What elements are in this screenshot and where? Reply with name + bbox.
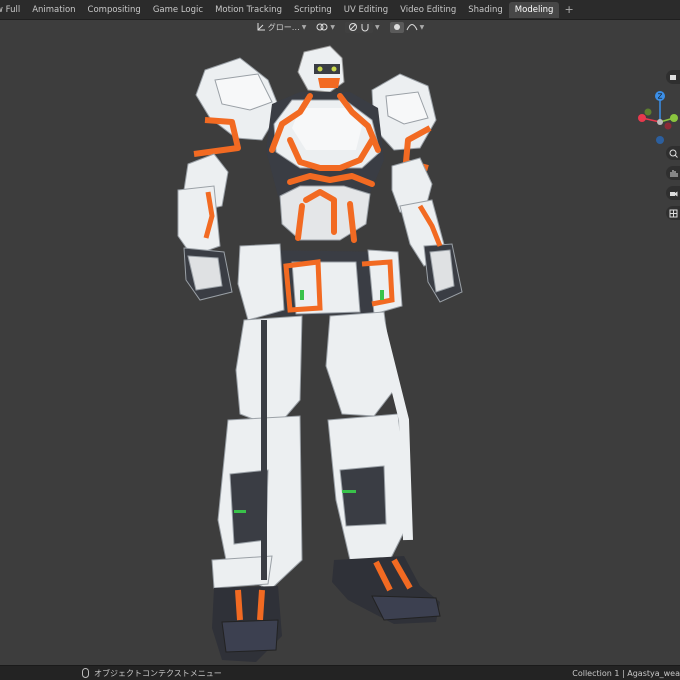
transform-orientation-label: グロー… [267, 22, 300, 32]
tab-motion-tracking[interactable]: Motion Tracking [209, 2, 288, 18]
gizmo-neg-z-axis [656, 136, 664, 144]
3d-viewport[interactable]: Z [0, 34, 680, 665]
viewport-header: グロー… ▼ ▼ ▼ ▼ [0, 20, 680, 34]
gizmo-neg-x-axis [664, 122, 672, 130]
toggle-camera-view-button[interactable] [666, 70, 680, 84]
gizmo-x-axis [638, 114, 646, 122]
left-leg-light [234, 510, 246, 513]
zoom-button[interactable] [666, 146, 680, 160]
add-workspace-button[interactable]: + [559, 2, 578, 18]
right-foot [332, 556, 441, 624]
tab-video-editing[interactable]: Video Editing [394, 2, 462, 18]
falloff-curve-icon [406, 24, 418, 31]
tab-playback-full[interactable]: w Full [0, 2, 26, 18]
chevron-down-icon: ▼ [419, 23, 425, 31]
transform-orientation-dropdown[interactable]: グロー… ▼ [256, 22, 307, 33]
magnet-icon [361, 24, 369, 32]
right-leg-light [342, 490, 356, 493]
chevron-down-icon: ▼ [330, 23, 335, 31]
tab-animation[interactable]: Animation [26, 2, 81, 18]
tab-scripting[interactable]: Scripting [288, 2, 338, 18]
tab-compositing[interactable]: Compositing [82, 2, 147, 18]
mouse-right-click-icon [82, 668, 89, 678]
right-shoulder-armor [371, 73, 437, 151]
left-arm [177, 153, 233, 301]
left-foot [212, 586, 282, 662]
tab-uv-editing[interactable]: UV Editing [338, 2, 394, 18]
left-shoulder-trim [193, 117, 241, 157]
left-shoulder-armor [195, 57, 281, 141]
navigation-buttons [666, 146, 680, 226]
right-arm [391, 157, 463, 303]
head [297, 45, 345, 93]
navigation-gizmo[interactable]: Z [630, 86, 680, 146]
proportional-edit-icon [393, 24, 400, 30]
gizmo-z-label: Z [658, 93, 663, 101]
snap-icon [349, 23, 357, 31]
camera-icon [669, 191, 677, 196]
status-bar: オブジェクトコンテクストメニュー Collection 1 | Agastya_… [0, 665, 680, 680]
transform-orientation-icon [257, 23, 265, 31]
pivot-point-dropdown[interactable]: ▼ [316, 22, 335, 32]
proportional-edit-dropdown[interactable]: ▼ [389, 21, 425, 33]
pan-button[interactable] [666, 166, 680, 180]
perspective-toggle-button[interactable] [666, 206, 680, 220]
gizmo-neg-y-axis [644, 108, 652, 116]
robot-model [177, 45, 463, 662]
right-leg [325, 311, 411, 561]
gizmo-y-axis [670, 114, 678, 122]
tab-modeling[interactable]: Modeling [508, 1, 560, 18]
tab-game-logic[interactable]: Game Logic [147, 2, 209, 18]
chevron-down-icon: ▼ [301, 23, 307, 31]
workspace-tab-bar: w Full Animation Compositing Game Logic … [0, 0, 680, 20]
zoom-icon [669, 149, 678, 158]
status-hint: オブジェクトコンテクストメニュー [82, 668, 222, 679]
scene-statistics: Collection 1 | Agastya_wea [572, 668, 680, 678]
status-hint-text: オブジェクトコンテクストメニュー [94, 668, 222, 678]
camera-view-button[interactable] [666, 186, 680, 200]
tab-shading[interactable]: Shading [462, 2, 509, 18]
hand-icon [670, 169, 677, 177]
proportional-edit-toggle[interactable] [389, 21, 404, 33]
hip-armor [237, 243, 403, 321]
snap-toggle[interactable] [345, 21, 373, 33]
pivot-icon [316, 23, 328, 31]
camera-icon [669, 75, 676, 80]
left-leg [211, 315, 303, 591]
gizmo-center [657, 119, 663, 125]
grid-icon [669, 209, 677, 217]
snapping-dropdown[interactable]: ▼ [345, 21, 380, 33]
chevron-down-icon: ▼ [375, 23, 380, 31]
